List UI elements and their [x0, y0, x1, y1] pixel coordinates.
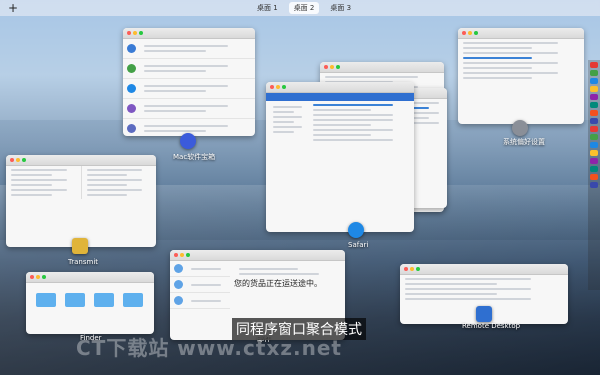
transmit-window[interactable]: [6, 155, 156, 247]
desktop-switcher: 桌面 1 桌面 2 桌面 3: [252, 2, 356, 14]
system-preferences-gear-icon: [512, 120, 528, 136]
add-desktop-button[interactable]: +: [8, 1, 18, 15]
mail-headline: 您的货品正在运送途中。: [234, 279, 322, 288]
mode-caption: 同程序窗口聚合模式: [232, 318, 366, 340]
remote-desktop-icon: [476, 306, 492, 322]
remote-desktop-label: Remote Desktop: [462, 322, 521, 330]
safari-compass-icon: [348, 222, 364, 238]
mac-store-app-icon: [180, 133, 196, 149]
mac-store-window[interactable]: [123, 28, 255, 136]
system-preferences-label: 系统偏好设置: [503, 138, 545, 146]
safari-window-front[interactable]: [266, 82, 414, 232]
window-titlebar: [123, 28, 255, 39]
mission-control-top-bar: + 桌面 1 桌面 2 桌面 3: [0, 0, 600, 16]
finder-window[interactable]: [26, 272, 154, 334]
transmit-label: Transmit: [68, 258, 99, 266]
desktop-tab-3[interactable]: 桌面 3: [325, 2, 356, 14]
desktop-tab-2[interactable]: 桌面 2: [288, 2, 320, 14]
desktop-tab-1[interactable]: 桌面 1: [252, 2, 283, 14]
mac-store-label: Mac软件宝箱: [173, 153, 216, 161]
dock-right-edge: [588, 60, 600, 290]
system-preferences-window[interactable]: [458, 28, 584, 124]
safari-label: Safari: [348, 241, 369, 249]
transmit-truck-icon: [72, 238, 88, 254]
